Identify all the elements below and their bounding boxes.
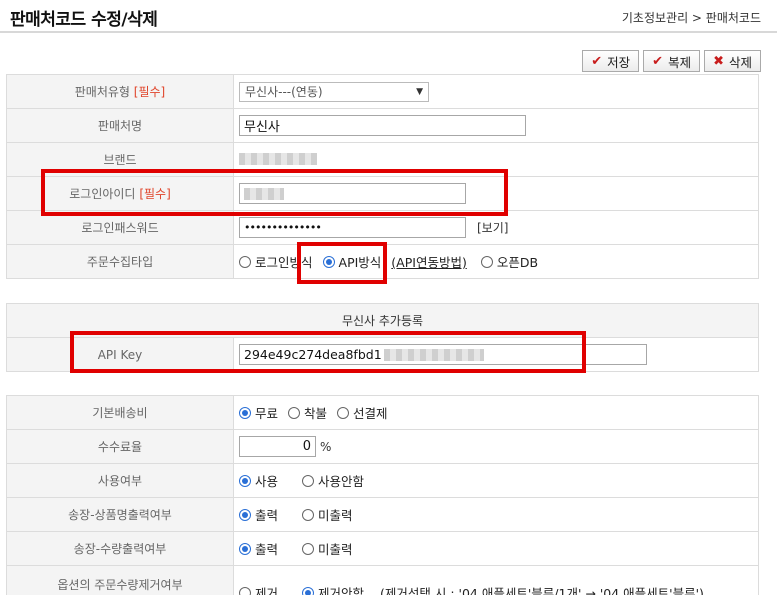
row-login-id: 로그인아이디 [필수] [6, 176, 759, 211]
api-key-input[interactable]: 294e49c274dea8fbd1 [239, 344, 647, 365]
label-brand: 브랜드 [6, 142, 234, 177]
commission-input[interactable]: 0 [239, 436, 316, 457]
label-vendor-name: 판매처명 [6, 108, 234, 143]
label-in-use: 사용여부 [6, 463, 234, 498]
radio-prepaid-shipping[interactable]: 선결제 [337, 403, 388, 422]
check-icon: ✔ [652, 53, 664, 69]
radio-api-method[interactable]: API방식 [322, 252, 381, 271]
commission-unit: % [320, 439, 332, 454]
label-order-collect-type: 주문수집타입 [6, 244, 234, 279]
label-option-qty-remove: 옵션의 주문수량제거여부 [6, 565, 234, 595]
row-invoice-product-print: 송장-상품명출력여부 출력 미출력 [6, 497, 759, 532]
row-extra-title: 무신사 추가등록 [6, 303, 759, 338]
row-shipping-fee: 기본배송비 무료 착불 선결제 [6, 395, 759, 430]
label-shipping-fee: 기본배송비 [6, 395, 234, 430]
row-option-qty-remove: 옵션의 주문수량제거여부 제거 제거안함 (제거선택 시 : '04 애플세트'… [6, 565, 759, 595]
row-order-collect-type: 주문수집타입 로그인방식 API방식 (API연동방법) 오픈DB [6, 244, 759, 279]
row-api-key: API Key 294e49c274dea8fbd1 [6, 337, 759, 372]
radio-open-db[interactable]: 오픈DB [480, 252, 538, 271]
radio-login-method[interactable]: 로그인방식 [239, 252, 313, 271]
vendor-info-table: 판매처유형 [필수] 무신사---(연동) ▼ 판매처명 무신사 브랜드 로그인… [6, 74, 759, 279]
radio-qty-no-print[interactable]: 미출력 [302, 539, 353, 558]
radio-remove[interactable]: 제거 [239, 583, 278, 595]
copy-label: 복제 [668, 54, 692, 70]
chevron-down-icon: ▼ [416, 86, 423, 97]
delete-label: 삭제 [728, 54, 752, 70]
extra-registration-table: 무신사 추가등록 API Key 294e49c274dea8fbd1 [6, 303, 759, 372]
login-id-input[interactable] [239, 183, 466, 204]
row-in-use: 사용여부 사용 사용안함 [6, 463, 759, 498]
save-button[interactable]: ✔ 저장 [582, 50, 640, 72]
settings-table: 기본배송비 무료 착불 선결제 수수료율 0 % 사용여부 사용 사용안함 송장… [6, 395, 759, 595]
row-vendor-name: 판매처명 무신사 [6, 108, 759, 143]
label-login-id: 로그인아이디 [필수] [6, 176, 234, 211]
row-login-password: 로그인패스워드 •••••••••••••• [보기] [6, 210, 759, 245]
action-toolbar: ✔ 저장 ✔ 복제 ✖ 삭제 [582, 50, 761, 72]
label-api-key: API Key [6, 337, 234, 372]
radio-not-use[interactable]: 사용안함 [302, 471, 364, 490]
delete-button[interactable]: ✖ 삭제 [704, 50, 761, 72]
row-invoice-qty-print: 송장-수량출력여부 출력 미출력 [6, 531, 759, 566]
close-icon: ✖ [713, 53, 724, 69]
brand-value-redacted[interactable] [239, 150, 321, 170]
vendor-type-select[interactable]: 무신사---(연동) ▼ [239, 81, 429, 102]
page-title: 판매처코드 수정/삭제 [10, 10, 158, 30]
label-login-password: 로그인패스워드 [6, 210, 234, 245]
save-label: 저장 [607, 54, 631, 70]
check-icon: ✔ [591, 53, 603, 69]
login-password-input[interactable]: •••••••••••••• [239, 217, 466, 238]
section-title: 무신사 추가등록 [6, 303, 759, 338]
label-invoice-qty-print: 송장-수량출력여부 [6, 531, 234, 566]
order-collect-radio-group: 로그인방식 API방식 (API연동방법) 오픈DB [239, 252, 758, 271]
remove-note: (제거선택 시 : '04 애플세트'블루/1개' → '04 애플세트'블루'… [380, 586, 704, 595]
label-vendor-type: 판매처유형 [필수] [6, 74, 234, 109]
radio-not-remove[interactable]: 제거안함 [302, 583, 364, 595]
vendor-name-input[interactable]: 무신사 [239, 115, 526, 136]
row-commission: 수수료율 0 % [6, 429, 759, 464]
page-header: 판매처코드 수정/삭제 기초정보관리 > 판매처코드 [0, 0, 777, 33]
label-invoice-product-print: 송장-상품명출력여부 [6, 497, 234, 532]
row-vendor-type: 판매처유형 [필수] 무신사---(연동) ▼ [6, 74, 759, 109]
radio-use[interactable]: 사용 [239, 471, 278, 490]
radio-product-no-print[interactable]: 미출력 [302, 505, 353, 524]
radio-cod-shipping[interactable]: 착불 [288, 403, 327, 422]
api-guide-link[interactable]: (API연동방법) [391, 252, 467, 271]
view-password-link[interactable]: [보기] [477, 219, 508, 236]
radio-qty-print[interactable]: 출력 [239, 539, 278, 558]
radio-product-print[interactable]: 출력 [239, 505, 278, 524]
label-commission: 수수료율 [6, 429, 234, 464]
radio-free-shipping[interactable]: 무료 [239, 403, 278, 422]
row-brand: 브랜드 [6, 142, 759, 177]
breadcrumb: 기초정보관리 > 판매처코드 [621, 11, 761, 25]
copy-button[interactable]: ✔ 복제 [643, 50, 701, 72]
